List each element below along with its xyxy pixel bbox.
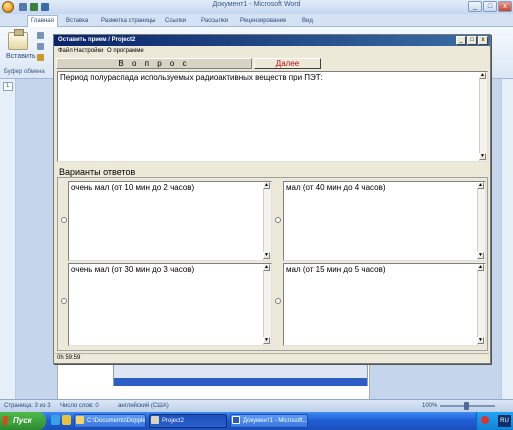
language-indicator-tray[interactable]: RU (498, 415, 511, 427)
clipboard-group-label: Буфер обмена (4, 69, 45, 75)
tab-insert[interactable]: Вставка (66, 16, 88, 27)
word-status-bar: Страница: 3 из 3 Число слов: 0 английски… (0, 399, 513, 412)
dialog-close-button[interactable]: x (478, 36, 488, 45)
paste-icon[interactable] (8, 29, 28, 50)
tab-view[interactable]: Вид (302, 16, 313, 27)
format-painter-icon[interactable] (37, 54, 44, 61)
page-indicator[interactable]: Страница: 3 из 3 (4, 403, 51, 409)
scroll-up-icon[interactable]: ▲ (479, 72, 486, 79)
dialog-status-bar (55, 353, 489, 362)
tab-stop-selector[interactable]: L (3, 82, 13, 91)
next-button[interactable]: Далее (254, 58, 321, 69)
answer-1-box[interactable] (68, 181, 272, 261)
tab-mailings[interactable]: Рассылки (201, 16, 228, 27)
answer-1-text: очень мал (от 10 мин до 2 часов) (71, 183, 195, 192)
dialog-title: Оставить прием / Project2 (58, 37, 136, 43)
scroll-up-icon[interactable]: ▲ (477, 182, 484, 189)
embedded-screenshot-image (113, 364, 368, 386)
scroll-down-icon[interactable]: ▼ (263, 252, 270, 259)
word-vertical-scrollbar[interactable] (501, 79, 513, 399)
scroll-up-icon[interactable]: ▲ (263, 264, 270, 271)
tab-home[interactable]: Главная (27, 15, 58, 27)
question-text: Период полураспада используемых радиоакт… (60, 73, 323, 82)
timer-readout: 0h 59:59 (57, 355, 81, 361)
scroll-up-icon[interactable]: ▲ (477, 264, 484, 271)
answer-4-radio[interactable] (275, 298, 281, 304)
answer-3-box[interactable] (68, 263, 272, 346)
scroll-down-icon[interactable]: ▼ (479, 153, 486, 160)
explorer-icon[interactable] (62, 415, 71, 425)
menu-about[interactable]: О программе (107, 47, 144, 56)
word-maximize-button[interactable]: □ (483, 1, 497, 12)
tab-review[interactable]: Рецензирование (240, 16, 286, 27)
answer-4-text: мал (от 15 мин до 5 часов) (286, 265, 386, 274)
word-close-button[interactable]: x (498, 1, 512, 12)
answer-3-scrollbar[interactable] (263, 264, 271, 345)
question-heading: В о п р о с (56, 58, 252, 69)
vertical-ruler (0, 79, 16, 399)
language-indicator[interactable]: английский (США) (118, 403, 169, 409)
tray-icon[interactable] (481, 416, 489, 424)
answers-heading: Варианты ответов (59, 167, 136, 177)
taskbar-item-explorer[interactable]: C:\Documents\Doppler\Proj... (74, 414, 146, 428)
folder-icon (76, 416, 84, 424)
dialog-maximize-button[interactable]: □ (467, 36, 477, 45)
cut-icon[interactable] (37, 32, 44, 39)
answer-4-box[interactable] (283, 263, 486, 346)
word-icon (232, 416, 240, 424)
dialog-minimize-button[interactable]: _ (456, 36, 466, 45)
tab-references[interactable]: Ссылки (165, 16, 186, 27)
taskbar-item-word[interactable]: Документ1 - Microsoft... (230, 414, 308, 428)
scroll-down-icon[interactable]: ▼ (263, 337, 270, 344)
question-scrollbar[interactable] (479, 72, 487, 161)
ie-icon[interactable] (51, 415, 60, 425)
answer-1-scrollbar[interactable] (263, 182, 271, 260)
scroll-down-icon[interactable]: ▼ (477, 337, 484, 344)
scroll-up-icon[interactable]: ▲ (263, 182, 270, 189)
app-icon (151, 416, 159, 424)
menu-settings[interactable]: Настройки (74, 47, 103, 56)
answer-3-radio[interactable] (61, 298, 67, 304)
answer-1-radio[interactable] (61, 217, 67, 223)
answer-2-scrollbar[interactable] (477, 182, 485, 260)
windows-flag-icon (3, 416, 12, 425)
scroll-down-icon[interactable]: ▼ (477, 252, 484, 259)
word-minimize-button[interactable]: _ (468, 1, 482, 12)
zoom-level[interactable]: 100% (422, 403, 437, 409)
word-window-title: Документ1 - Microsoft Word (212, 1, 301, 8)
question-textbox[interactable] (57, 71, 488, 162)
word-count[interactable]: Число слов: 0 (60, 403, 99, 409)
tab-page-layout[interactable]: Разметка страницы (101, 16, 155, 27)
copy-icon[interactable] (37, 43, 44, 50)
answer-2-text: мал (от 40 мин до 4 часов) (286, 183, 386, 192)
answer-4-scrollbar[interactable] (477, 264, 485, 345)
zoom-slider-handle[interactable] (464, 402, 469, 410)
answer-2-radio[interactable] (275, 217, 281, 223)
paste-button[interactable]: Вставить (6, 53, 36, 60)
taskbar-item-project2[interactable]: Project2 (149, 414, 227, 428)
menu-file[interactable]: Файл (58, 47, 73, 56)
answer-3-text: очень мал (от 30 мин до 3 часов) (71, 265, 195, 274)
answer-2-box[interactable] (283, 181, 486, 261)
